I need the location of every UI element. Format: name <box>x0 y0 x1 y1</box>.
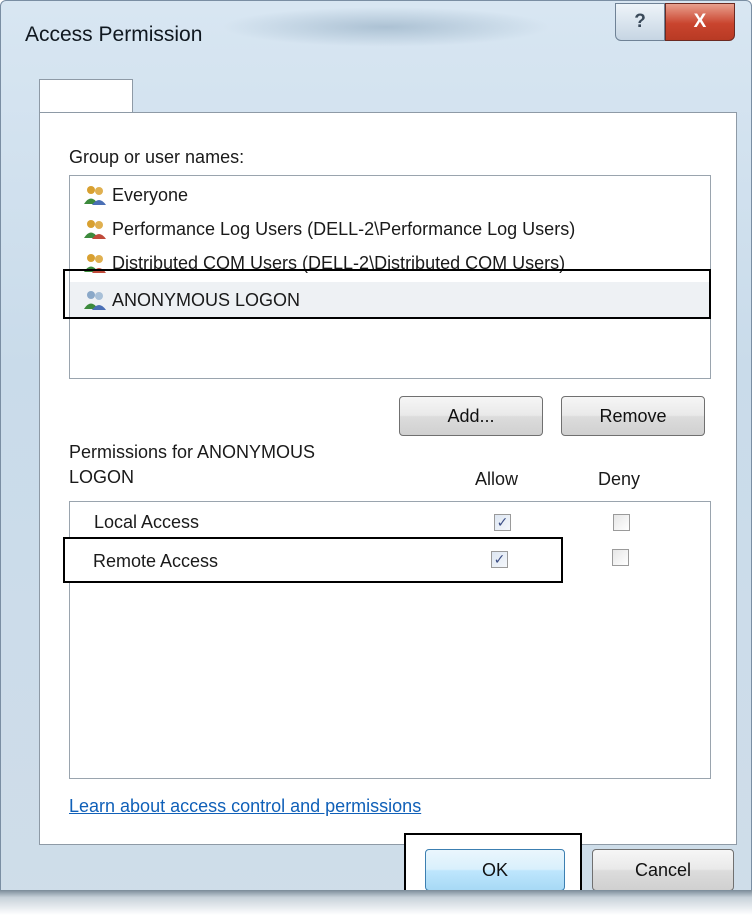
deny-checkbox[interactable] <box>613 514 630 531</box>
permission-row: Local Access ✓ <box>70 508 710 538</box>
cancel-button[interactable]: Cancel <box>592 849 734 891</box>
deny-column-header: Deny <box>598 469 641 489</box>
list-item[interactable]: Everyone <box>70 180 188 210</box>
users-icon <box>84 220 106 239</box>
window-title: Access Permission <box>25 23 203 46</box>
allow-checkbox[interactable]: ✓ <box>494 514 511 531</box>
remove-button[interactable]: Remove <box>561 396 705 436</box>
learn-more-link[interactable]: Learn about access control and permissio… <box>69 796 421 817</box>
deny-checkbox[interactable] <box>612 549 629 566</box>
ok-button[interactable]: OK <box>425 849 565 891</box>
user-name: Performance Log Users (DELL-2\Performanc… <box>112 218 576 239</box>
group-label: Group or user names: <box>69 147 245 167</box>
add-button[interactable]: Add... <box>399 396 543 436</box>
permissions-label-line1: Permissions for ANONYMOUS <box>69 442 316 462</box>
help-icon: ? <box>634 11 646 32</box>
user-name: Everyone <box>112 184 189 205</box>
help-button[interactable]: ? <box>615 3 665 41</box>
allow-checkbox[interactable]: ✓ <box>491 551 508 568</box>
permission-name: Remote Access <box>93 551 219 571</box>
remote-access-highlight: Remote Access ✓ <box>63 537 563 583</box>
users-icon <box>84 186 106 205</box>
close-icon: X <box>693 11 707 32</box>
allow-column-header: Allow <box>475 469 519 489</box>
tab-permissions[interactable] <box>39 79 133 113</box>
titlebar-glow <box>221 7 551 47</box>
bottom-edge <box>0 890 752 915</box>
permission-name: Local Access <box>94 512 200 532</box>
anonymous-logon-highlight <box>63 269 711 319</box>
close-button[interactable]: X <box>665 3 735 41</box>
list-item[interactable]: Performance Log Users (DELL-2\Performanc… <box>70 214 575 244</box>
permissions-label-line2: LOGON <box>69 467 135 487</box>
access-permission-dialog: Access Permission ? X Group or user name… <box>0 0 752 915</box>
